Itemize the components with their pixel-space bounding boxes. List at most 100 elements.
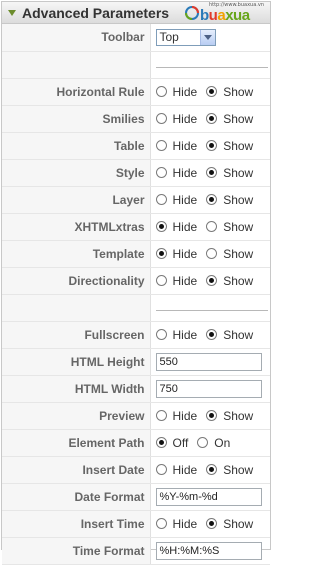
panel-title: Advanced Parameters xyxy=(22,4,170,21)
radio-group: Hide Show xyxy=(155,220,271,234)
radio-hide[interactable] xyxy=(155,140,167,151)
param-label: Template xyxy=(2,240,151,268)
radio-hide[interactable] xyxy=(155,329,167,340)
radio-hide[interactable] xyxy=(155,86,167,97)
radio-show-label[interactable]: Show xyxy=(223,139,253,153)
radio-show[interactable] xyxy=(206,221,218,232)
html-height-input[interactable]: 550 xyxy=(155,352,262,371)
radio-show-label[interactable]: Show xyxy=(223,220,253,234)
radio-group: Hide Show xyxy=(155,166,271,180)
radio-show[interactable] xyxy=(206,464,218,475)
html-width-input[interactable]: 750 xyxy=(155,379,262,398)
param-row-html-width: HTML Width 750 xyxy=(2,375,270,403)
radio-show[interactable] xyxy=(206,86,218,97)
param-label: Insert Time xyxy=(2,510,151,538)
radio-show-label[interactable]: Show xyxy=(223,517,253,531)
param-row-table: Table Hide Show xyxy=(2,132,271,160)
collapse-arrow-icon[interactable] xyxy=(8,9,16,16)
param-row-toolbar: Toolbar Top xyxy=(2,24,270,52)
radio-show[interactable] xyxy=(206,518,218,529)
radio-show-label[interactable]: Show xyxy=(223,85,253,99)
advanced-parameters-panel: Advanced Parameters http://www.buaxua.vn… xyxy=(1,1,271,565)
param-label: Table xyxy=(2,132,151,160)
radio-hide-label[interactable]: Hide xyxy=(173,247,198,261)
param-label: XHTMLxtras xyxy=(2,213,151,241)
param-label: Element Path xyxy=(2,429,151,457)
radio-show-label[interactable]: Show xyxy=(223,112,253,126)
radio-show[interactable] xyxy=(206,329,218,340)
radio-show-label[interactable]: Show xyxy=(223,193,253,207)
panel-header[interactable]: Advanced Parameters http://www.buaxua.vn… xyxy=(2,2,270,24)
radio-hide-label[interactable]: Hide xyxy=(173,112,198,126)
radio-hide-label[interactable]: Hide xyxy=(173,166,198,180)
radio-hide[interactable] xyxy=(155,167,167,178)
param-label: Preview xyxy=(2,402,151,430)
logo-wordmark: buaxua xyxy=(200,7,250,24)
radio-show[interactable] xyxy=(206,113,218,124)
radio-hide-label[interactable]: Hide xyxy=(173,328,198,342)
logo-swirl-icon xyxy=(185,6,199,20)
separator-line xyxy=(155,310,268,311)
radio-show[interactable] xyxy=(206,410,218,421)
radio-hide[interactable] xyxy=(155,464,167,475)
radio-group: Hide Show xyxy=(155,139,271,153)
param-row-insert-time: Insert Time Hide Show xyxy=(2,510,271,538)
radio-group: Hide Show xyxy=(155,112,271,126)
param-row-element-path: Element Path Off On xyxy=(2,429,271,457)
radio-show-label[interactable]: Show xyxy=(223,166,253,180)
radio-on-label[interactable]: On xyxy=(214,436,230,450)
radio-hide-label[interactable]: Hide xyxy=(173,517,198,531)
radio-hide-label[interactable]: Hide xyxy=(173,85,198,99)
radio-group: Hide Show xyxy=(155,85,271,99)
radio-hide[interactable] xyxy=(155,221,167,232)
separator-row xyxy=(2,294,270,322)
radio-hide-label[interactable]: Hide xyxy=(173,409,198,423)
radio-hide[interactable] xyxy=(155,518,167,529)
radio-hide[interactable] xyxy=(155,410,167,421)
param-label: Smilies xyxy=(2,105,151,133)
param-label: Directionality xyxy=(2,267,151,295)
radio-hide-label[interactable]: Hide xyxy=(173,139,198,153)
date-format-input[interactable]: %Y-%m-%d xyxy=(155,487,262,506)
param-label: Fullscreen xyxy=(2,321,151,349)
radio-show-label[interactable]: Show xyxy=(223,247,253,261)
chevron-down-icon[interactable] xyxy=(199,29,215,45)
radio-show[interactable] xyxy=(206,167,218,178)
radio-show[interactable] xyxy=(206,248,218,259)
separator-line xyxy=(155,67,268,68)
radio-hide-label[interactable]: Hide xyxy=(173,220,198,234)
radio-hide[interactable] xyxy=(155,194,167,205)
radio-group: Hide Show xyxy=(155,409,271,423)
param-row-smilies: Smilies Hide Show xyxy=(2,105,271,133)
radio-hide-label[interactable]: Hide xyxy=(173,193,198,207)
radio-group: Hide Show xyxy=(155,193,271,207)
radio-hide[interactable] xyxy=(155,113,167,124)
radio-off[interactable] xyxy=(155,437,167,448)
radio-hide-label[interactable]: Hide xyxy=(173,463,198,477)
radio-show[interactable] xyxy=(206,194,218,205)
radio-hide[interactable] xyxy=(155,275,167,286)
radio-hide-label[interactable]: Hide xyxy=(173,274,198,288)
radio-show-label[interactable]: Show xyxy=(223,409,253,423)
radio-show[interactable] xyxy=(206,140,218,151)
param-label: Style xyxy=(2,159,151,187)
radio-on[interactable] xyxy=(197,437,209,448)
radio-group: Off On xyxy=(155,436,271,450)
param-label: HTML Height xyxy=(2,348,151,376)
param-row-html-height: HTML Height 550 xyxy=(2,348,270,376)
toolbar-select-value: Top xyxy=(159,30,179,45)
param-row-layer: Layer Hide Show xyxy=(2,186,271,214)
radio-group: Hide Show xyxy=(155,274,271,288)
param-row-date-format: Date Format %Y-%m-%d xyxy=(2,483,270,511)
toolbar-select[interactable]: Top xyxy=(155,28,216,46)
param-label: HTML Width xyxy=(2,375,151,403)
radio-hide[interactable] xyxy=(155,248,167,259)
param-label: Horizontal Rule xyxy=(2,78,151,106)
radio-show[interactable] xyxy=(206,275,218,286)
radio-group: Hide Show xyxy=(155,517,271,531)
radio-show-label[interactable]: Show xyxy=(223,328,253,342)
radio-off-label[interactable]: Off xyxy=(173,436,189,450)
param-row-template: Template Hide Show xyxy=(2,240,270,268)
radio-show-label[interactable]: Show xyxy=(223,274,253,288)
radio-show-label[interactable]: Show xyxy=(223,463,253,477)
